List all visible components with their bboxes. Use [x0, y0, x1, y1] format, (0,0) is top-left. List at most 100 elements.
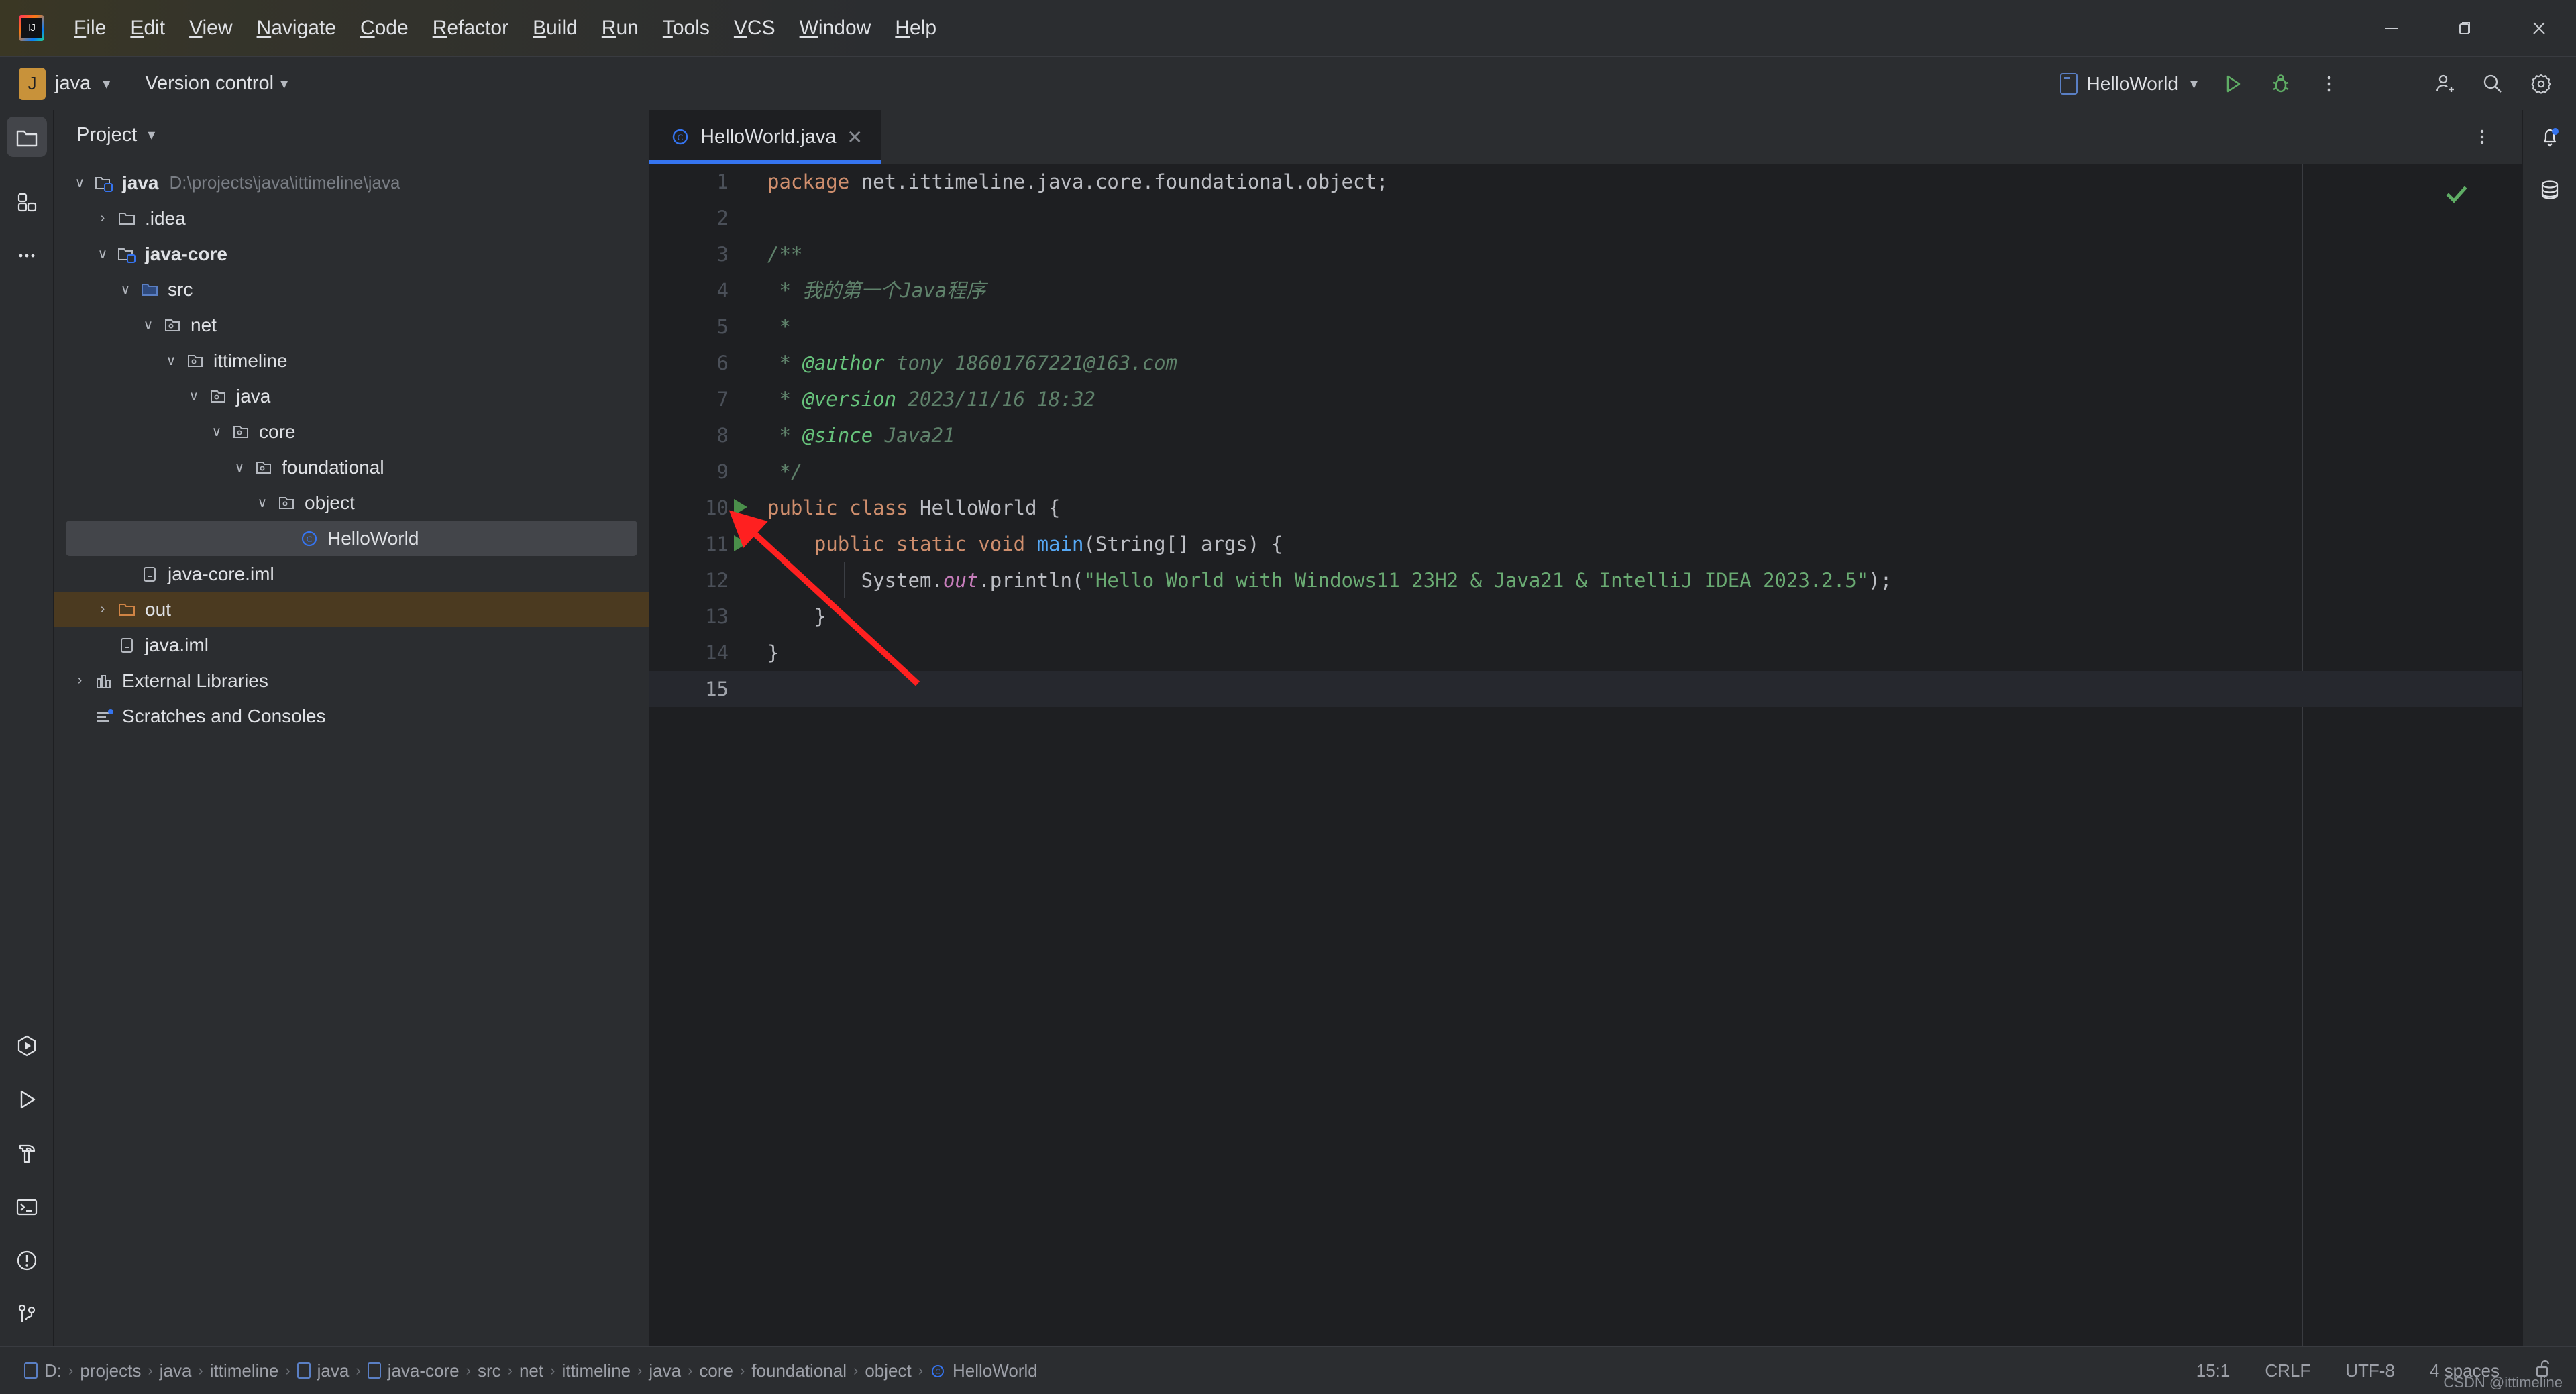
tree-node--idea[interactable]: › .idea — [54, 201, 649, 236]
run-gutter-icon[interactable] — [734, 499, 747, 515]
sidebar-item-more[interactable] — [0, 229, 54, 282]
code-line-11[interactable]: 11 public static void main(String[] args… — [649, 526, 2522, 562]
sidebar-item-project[interactable] — [0, 110, 54, 164]
sidebar-item-run[interactable] — [0, 1073, 54, 1126]
menu-item-window[interactable]: Window — [788, 13, 883, 44]
editor-options-button[interactable] — [2458, 110, 2506, 164]
breadcrumb-item-foundational[interactable]: foundational — [745, 1360, 853, 1381]
close-icon[interactable]: ✕ — [847, 126, 863, 148]
maximize-restore-button[interactable] — [2428, 0, 2502, 56]
menu-item-run[interactable]: Run — [590, 13, 651, 44]
code-line-15[interactable]: 15 — [649, 671, 2522, 707]
run-gutter-icon[interactable] — [734, 535, 747, 551]
menu-item-navigate[interactable]: Navigate — [245, 13, 348, 44]
run-button[interactable] — [2208, 57, 2257, 111]
sidebar-item-build[interactable] — [0, 1126, 54, 1180]
version-control-widget[interactable]: Version control ▾ — [145, 72, 288, 95]
breadcrumb-item-src[interactable]: src — [471, 1360, 508, 1381]
tree-node-java[interactable]: ∨ java D:\projects\java\ittimeline\java — [54, 165, 649, 201]
breadcrumb-item-d-[interactable]: D: — [17, 1360, 68, 1381]
code-line-5[interactable]: 5 * — [649, 309, 2522, 345]
chevron-down-icon[interactable]: ∨ — [114, 281, 137, 298]
chevron-down-icon[interactable]: ∨ — [160, 352, 182, 369]
code-line-12[interactable]: 12 System.out.println("Hello World with … — [649, 562, 2522, 598]
tree-node-out[interactable]: › out — [54, 592, 649, 627]
sidebar-item-commit[interactable] — [0, 175, 54, 229]
chevron-down-icon[interactable]: ∨ — [182, 388, 205, 405]
chevron-down-icon[interactable]: ∨ — [251, 494, 274, 511]
code-editor[interactable]: 1 package net.ittimeline.java.core.founda… — [649, 164, 2522, 1346]
code-line-13[interactable]: 13 } — [649, 598, 2522, 635]
debug-button[interactable] — [2257, 57, 2305, 111]
chevron-right-icon[interactable]: › — [91, 602, 114, 617]
sidebar-item-database[interactable] — [2523, 164, 2576, 217]
breadcrumb-item-ittimeline[interactable]: ittimeline — [555, 1360, 637, 1381]
chevron-down-icon[interactable]: ∨ — [205, 423, 228, 440]
chevron-down-icon[interactable]: ∨ — [91, 246, 114, 262]
code-line-1[interactable]: 1 package net.ittimeline.java.core.founda… — [649, 164, 2522, 200]
chevron-right-icon[interactable]: › — [68, 673, 91, 688]
code-line-8[interactable]: 8 * @since Java21 — [649, 417, 2522, 453]
menu-item-tools[interactable]: Tools — [651, 13, 722, 44]
sidebar-item-version-control[interactable] — [0, 1287, 54, 1341]
tab-helloworld-java[interactable]: C HelloWorld.java ✕ — [649, 110, 882, 164]
tree-node-java[interactable]: ∨ java — [54, 378, 649, 414]
sidebar-item-debug[interactable] — [0, 1019, 54, 1073]
settings-button[interactable] — [2517, 57, 2565, 111]
breadcrumb-item-java[interactable]: java — [153, 1360, 199, 1381]
breadcrumb-item-java-core[interactable]: java-core — [361, 1360, 466, 1381]
tree-node-object[interactable]: ∨ object — [54, 485, 649, 521]
code-line-6[interactable]: 6 * @author tony 18601767221@163.com — [649, 345, 2522, 381]
sidebar-item-notifications[interactable] — [2523, 110, 2576, 164]
breadcrumb-item-helloworld[interactable]: C HelloWorld — [923, 1360, 1044, 1381]
menu-item-help[interactable]: Help — [883, 13, 949, 44]
tree-node-java-iml[interactable]: java.iml — [54, 627, 649, 663]
code-line-2[interactable]: 2 — [649, 200, 2522, 236]
code-line-4[interactable]: 4 * 我的第一个Java程序 — [649, 272, 2522, 309]
search-button[interactable] — [2469, 57, 2517, 111]
tree-node-net[interactable]: ∨ net — [54, 307, 649, 343]
chevron-down-icon[interactable]: ∨ — [68, 174, 91, 191]
menu-item-file[interactable]: File — [62, 13, 118, 44]
code-line-10[interactable]: 10 public class HelloWorld { — [649, 490, 2522, 526]
menu-item-vcs[interactable]: VCS — [722, 13, 788, 44]
breadcrumb-item-object[interactable]: object — [858, 1360, 918, 1381]
chevron-down-icon[interactable]: ∨ — [228, 459, 251, 476]
sidebar-item-terminal[interactable] — [0, 1180, 54, 1234]
chevron-right-icon[interactable]: › — [91, 211, 114, 226]
line-separator-widget[interactable]: CRLF — [2247, 1360, 2328, 1381]
tree-node-scratches-and-consoles[interactable]: Scratches and Consoles — [54, 698, 649, 734]
code-line-14[interactable]: 14} — [649, 635, 2522, 671]
close-button[interactable] — [2502, 0, 2576, 56]
menu-item-build[interactable]: Build — [521, 13, 590, 44]
menu-item-refactor[interactable]: Refactor — [421, 13, 521, 44]
encoding-widget[interactable]: UTF-8 — [2328, 1360, 2412, 1381]
more-actions-button[interactable] — [2305, 57, 2353, 111]
menu-item-code[interactable]: Code — [348, 13, 421, 44]
code-line-9[interactable]: 9 */ — [649, 453, 2522, 490]
run-configuration-selector[interactable]: HelloWorld ▾ — [2049, 73, 2208, 95]
breadcrumb-item-java[interactable]: java — [642, 1360, 688, 1381]
code-line-7[interactable]: 7 * @version 2023/11/16 18:32 — [649, 381, 2522, 417]
breadcrumb-item-net[interactable]: net — [513, 1360, 550, 1381]
tree-node-external-libraries[interactable]: › External Libraries — [54, 663, 649, 698]
breadcrumb-item-projects[interactable]: projects — [73, 1360, 148, 1381]
tree-node-ittimeline[interactable]: ∨ ittimeline — [54, 343, 649, 378]
menu-item-edit[interactable]: Edit — [118, 13, 177, 44]
tree-node-foundational[interactable]: ∨ foundational — [54, 449, 649, 485]
tree-node-src[interactable]: ∨ src — [54, 272, 649, 307]
tree-node-java-core[interactable]: ∨ java-core — [54, 236, 649, 272]
account-add-button[interactable] — [2420, 57, 2469, 111]
caret-position-widget[interactable]: 15:1 — [2179, 1360, 2248, 1381]
minimize-button[interactable] — [2355, 0, 2428, 56]
project-panel-header[interactable]: Project ▾ — [54, 110, 649, 160]
breadcrumb-item-java[interactable]: java — [290, 1360, 356, 1381]
code-line-3[interactable]: 3 /** — [649, 236, 2522, 272]
tree-node-java-core-iml[interactable]: java-core.iml — [54, 556, 649, 592]
tree-node-helloworld[interactable]: C HelloWorld — [66, 521, 637, 556]
breadcrumb-item-core[interactable]: core — [692, 1360, 740, 1381]
tree-node-core[interactable]: ∨ core — [54, 414, 649, 449]
project-selector[interactable]: J java ▾ — [19, 67, 110, 100]
sidebar-item-problems[interactable] — [0, 1234, 54, 1287]
menu-item-view[interactable]: View — [177, 13, 244, 44]
